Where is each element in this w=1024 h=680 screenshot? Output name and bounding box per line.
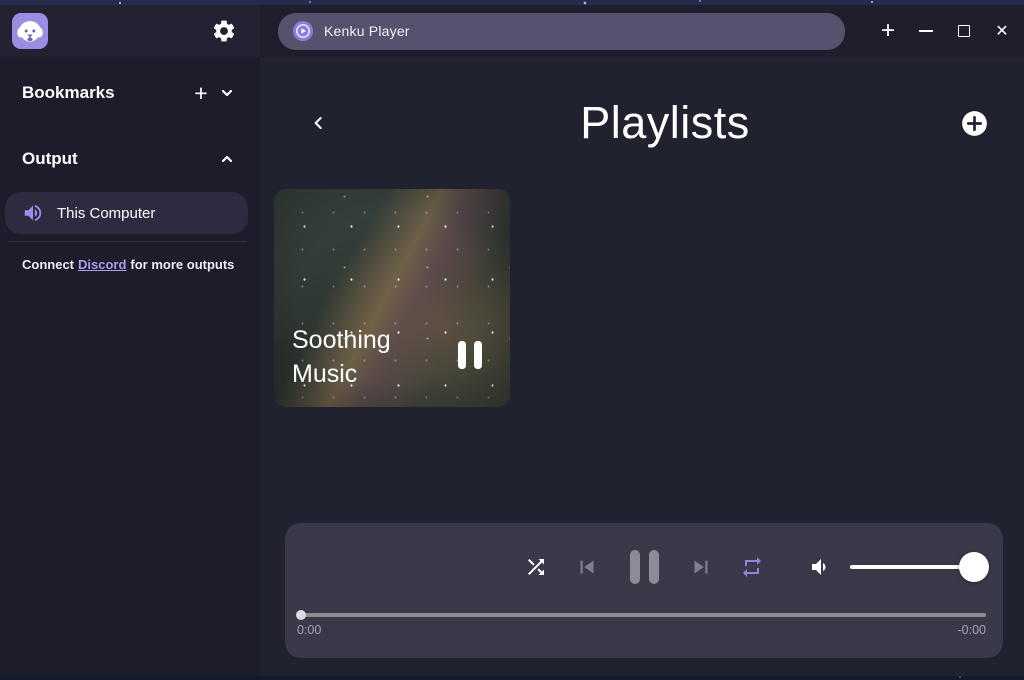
playlist-card[interactable]: Soothing Music [274,189,510,407]
maximize-icon [958,25,970,37]
volume-track [850,565,975,569]
output-label: Output [22,149,214,169]
progress-slider[interactable] [297,613,986,617]
remaining-time: -0:00 [958,623,987,637]
tab-label: Kenku Player [324,23,410,39]
add-bookmark-button[interactable]: + [188,80,214,106]
repeat-button[interactable] [730,545,774,589]
next-track-button[interactable] [672,545,730,589]
bookmarks-header: Bookmarks + [0,77,260,109]
note-suffix: for more outputs [130,257,234,272]
output-item-label: This Computer [57,205,155,222]
sidebar-divider [8,241,247,242]
output-item-this-computer[interactable]: This Computer [5,192,248,234]
plus-icon: + [194,82,207,105]
app-body: Bookmarks + Output This Computer [0,57,1024,676]
back-button[interactable] [306,110,332,136]
kenku-logo-icon [12,13,48,49]
play-circle-icon [293,21,313,41]
minimize-button[interactable] [912,16,940,46]
discord-link[interactable]: Discord [78,257,126,272]
sidebar: Bookmarks + Output This Computer [0,57,260,676]
close-button[interactable]: ✕ [988,16,1016,46]
pause-icon[interactable] [458,341,482,369]
gear-icon [211,18,237,44]
volume-icon [807,555,831,579]
page-title: Playlists [580,97,750,149]
repeat-icon [740,555,764,579]
pause-icon [630,550,640,584]
playlist-grid: Soothing Music [274,189,510,407]
titlebar-left [0,5,260,57]
player-bar: 0:00 -0:00 [285,523,1003,658]
bookmarks-label: Bookmarks [22,83,188,103]
skip-next-icon [688,554,714,580]
settings-button[interactable] [210,17,238,45]
playlist-name: Soothing Music [292,323,432,391]
titlebar: Kenku Player + ✕ [0,5,1024,57]
volume-knob[interactable] [959,552,989,582]
volume-slider[interactable] [850,552,975,582]
player-controls [285,545,1003,589]
chevron-up-icon [219,151,235,167]
previous-track-button[interactable] [558,545,616,589]
window-controls: + ✕ [845,16,1024,46]
kenku-app-window: Kenku Player + ✕ Bookmarks + [0,5,1024,676]
maximize-button[interactable] [950,16,978,46]
volume-controls [806,545,975,589]
progress-area: 0:00 -0:00 [297,613,986,637]
bookmarks-expand-button[interactable] [214,80,240,106]
elapsed-time: 0:00 [297,623,321,637]
shuffle-icon [524,555,548,579]
new-tab-button[interactable]: + [874,16,902,46]
output-collapse-button[interactable] [214,146,240,172]
tab-kenku-player[interactable]: Kenku Player [278,13,845,50]
main-area: Playlists Soothing Music [260,57,1024,676]
skip-previous-icon [574,554,600,580]
chevron-down-icon [219,85,235,101]
pause-button[interactable] [616,545,672,589]
plus-circle-icon [961,110,988,137]
shuffle-button[interactable] [514,545,558,589]
discord-connect-note: Connect Discord for more outputs [22,257,252,272]
progress-thumb[interactable] [296,610,306,620]
add-playlist-button[interactable] [960,109,988,137]
volume-button[interactable] [806,554,832,580]
speaker-icon [22,202,44,224]
pause-icon [649,550,659,584]
note-prefix: Connect [22,257,74,272]
transport-controls [514,545,774,589]
minimize-icon [919,30,933,32]
time-row: 0:00 -0:00 [297,623,986,637]
tab-strip: Kenku Player + ✕ [260,5,1024,57]
main-header: Playlists [260,93,1024,153]
chevron-left-icon [309,113,329,133]
output-header: Output [0,143,260,175]
